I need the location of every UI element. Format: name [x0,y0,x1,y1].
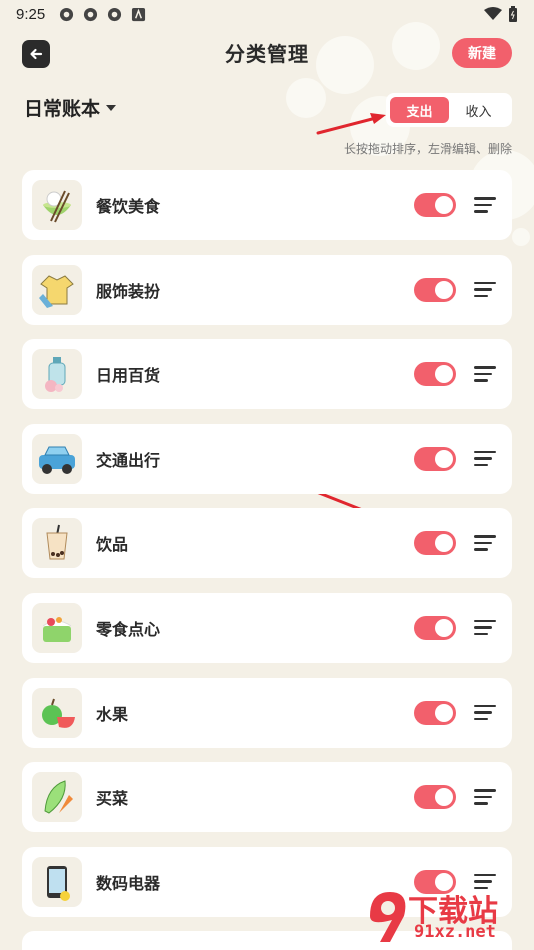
battery-icon [509,6,517,22]
category-item[interactable]: 零食点心 [22,592,512,663]
caret-down-icon [106,104,117,111]
drag-handle-icon[interactable] [474,450,496,467]
category-label: 数码电器 [96,873,161,893]
category-list: 餐饮美食 服饰装扮 日用百货 交通出行 饮品 零食点心 水果 买菜 数码电器 [22,170,512,950]
drag-handle-icon[interactable] [474,704,496,721]
bottle-icon [32,349,82,400]
annotation-arrow [316,113,386,135]
tab-expense[interactable]: 支出 [390,97,449,123]
fruit-icon [32,687,82,738]
category-label: 交通出行 [96,450,161,470]
category-item[interactable]: 日用百货 [22,339,512,410]
car-icon [32,433,82,484]
cake-icon [32,602,82,653]
rice-bowl-icon [32,180,82,230]
decor-bubble [512,228,530,246]
category-toggle[interactable] [414,531,456,556]
app-notification-icon [60,7,74,21]
category-item[interactable]: 餐饮美食 [22,170,512,240]
drag-handle-icon[interactable] [474,535,496,551]
category-toggle[interactable] [414,446,456,471]
drag-handle-icon[interactable] [474,619,496,636]
category-label: 水果 [96,704,129,724]
category-toggle[interactable] [414,785,456,810]
category-toggle[interactable] [414,362,456,387]
drag-handle-icon[interactable] [474,789,496,805]
drag-handle-icon[interactable] [474,366,496,382]
category-item[interactable]: 交通出行 [22,423,512,494]
category-label: 服饰装扮 [96,281,161,301]
new-category-button[interactable]: 新建 [452,38,512,68]
category-label: 零食点心 [96,619,161,639]
category-toggle[interactable] [414,700,456,725]
category-item[interactable]: 买菜 [22,762,512,833]
tab-income[interactable]: 收入 [449,97,508,123]
category-item[interactable]: 水果 [22,677,512,748]
hint-text: 长按拖动排序，左滑编辑、删除 [343,142,512,156]
type-switch: 支出 收入 [386,93,512,127]
category-item[interactable]: 饮品 [22,508,512,579]
watermark-url: 91xz.net [414,922,496,942]
status-bar: 9:25 [0,0,534,28]
category-toggle[interactable] [414,277,456,302]
category-toggle[interactable] [414,193,456,217]
wifi-icon [484,7,502,20]
app-notification-icon [108,7,122,21]
category-toggle[interactable] [414,615,456,640]
category-label: 餐饮美食 [96,197,161,216]
watermark: 下载站 91xz.net [360,886,530,948]
bubble-tea-icon [32,518,82,569]
vegetable-icon [32,772,82,823]
drag-handle-icon[interactable] [474,197,496,213]
phone-icon [32,856,82,907]
drag-handle-icon[interactable] [474,281,496,298]
account-book-name: 日常账本 [24,98,101,120]
category-label: 买菜 [96,789,129,809]
account-book-selector[interactable]: 日常账本 [24,94,117,121]
status-time: 9:25 [16,5,46,23]
category-item[interactable]: 服饰装扮 [22,254,512,325]
font-notification-icon [132,7,146,21]
shirt-icon [32,264,82,315]
category-label: 饮品 [96,535,129,555]
category-label: 日用百货 [96,366,161,386]
app-notification-icon [84,7,98,21]
